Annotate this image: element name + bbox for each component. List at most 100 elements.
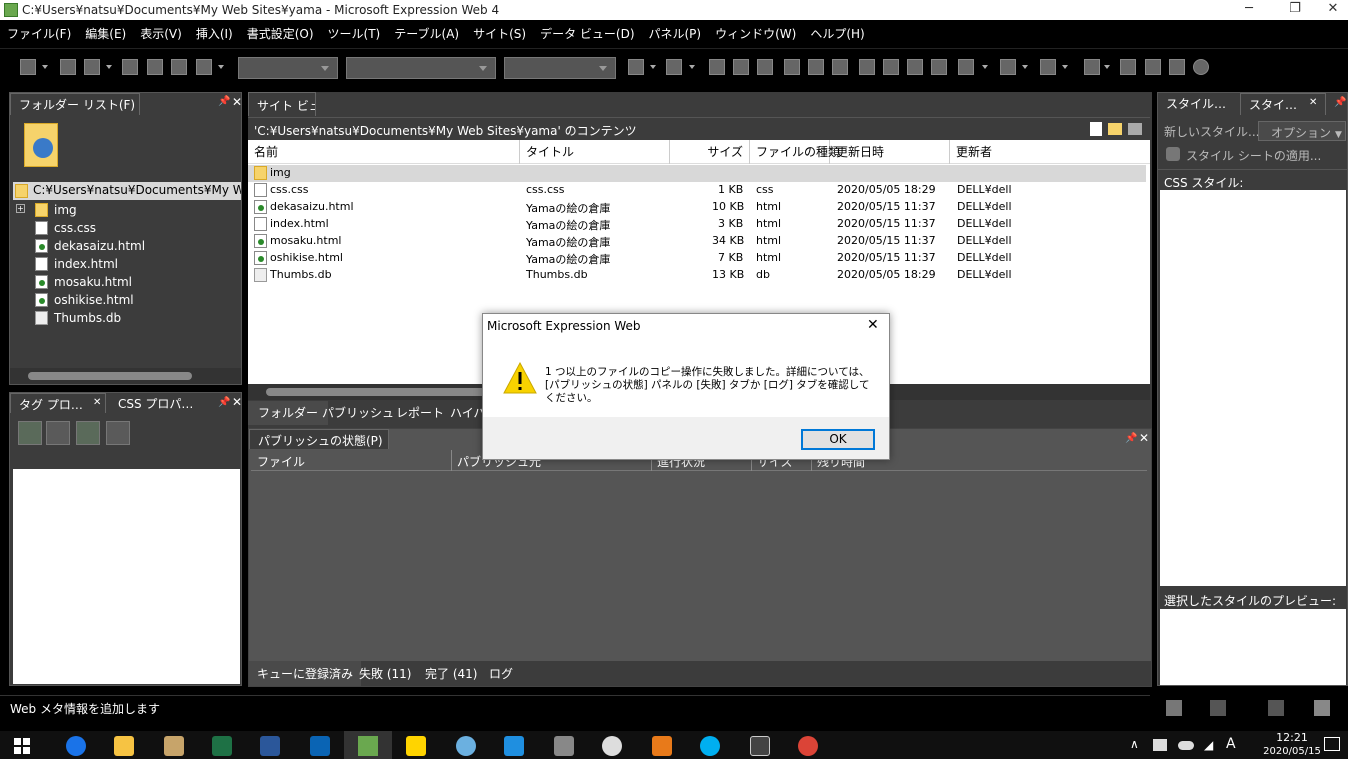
close-icon[interactable]: ✕	[1139, 431, 1149, 445]
menu-panels[interactable]: パネル(P)	[649, 25, 702, 42]
highlight-icon[interactable]	[1000, 59, 1016, 75]
restore-button[interactable]: ❐	[1272, 0, 1318, 20]
pin-icon[interactable]: 📌	[218, 96, 230, 107]
tab-completed[interactable]: 完了 (41)	[425, 665, 477, 682]
css-properties-tab[interactable]: CSS プロパ…	[110, 393, 202, 413]
tree-item[interactable]: dekasaizu.html	[10, 237, 240, 255]
save-all-icon[interactable]	[147, 59, 163, 75]
dialog-close-icon[interactable]: ✕	[867, 317, 879, 333]
people-icon[interactable]	[1169, 59, 1185, 75]
tab-reports[interactable]: レポート	[396, 404, 444, 421]
skype-icon[interactable]	[700, 736, 720, 756]
edge-icon[interactable]	[66, 736, 86, 756]
expression-web-task[interactable]	[344, 731, 392, 759]
tab-folders[interactable]: フォルダー	[248, 401, 329, 425]
save-icon[interactable]	[122, 59, 138, 75]
table-row[interactable]: oshikise.html Yamaの絵の倉庫 7 KB html 2020/0…	[248, 250, 1146, 267]
bold-icon[interactable]	[709, 59, 725, 75]
menu-file[interactable]: ファイル(F)	[7, 25, 71, 42]
align-right-icon[interactable]	[832, 59, 848, 75]
align-center-icon[interactable]	[808, 59, 824, 75]
new-page-icon[interactable]	[1090, 122, 1102, 136]
tree-root[interactable]: C:¥Users¥natsu¥Documents¥My Web Sit	[13, 182, 241, 200]
chevron-down-icon[interactable]	[1104, 65, 1110, 69]
word-icon[interactable]	[260, 736, 280, 756]
ok-button[interactable]: OK	[801, 429, 875, 450]
table-icon[interactable]	[1084, 59, 1100, 75]
manage-styles-tab[interactable]: スタイ… ✕	[1240, 93, 1326, 115]
chevron-down-icon[interactable]	[218, 65, 224, 69]
apply-styles-tab[interactable]: スタイル…	[1158, 93, 1238, 115]
css-schema-icon[interactable]	[1268, 700, 1284, 716]
menu-format[interactable]: 書式設定(O)	[247, 25, 314, 42]
underline-icon[interactable]	[757, 59, 773, 75]
pin-icon[interactable]: 📌	[218, 397, 230, 408]
folder-list-tab[interactable]: フォルダー リスト(F)	[10, 93, 140, 115]
table-row[interactable]: Thumbs.db Thumbs.db 13 KB db 2020/05/05 …	[248, 267, 1146, 284]
css-styles-list[interactable]	[1160, 190, 1346, 586]
wifi-icon[interactable]: ◢	[1204, 738, 1213, 752]
tag-properties-tab[interactable]: タグ プロ… ✕	[10, 393, 106, 413]
notification-icon[interactable]	[1324, 737, 1340, 751]
network-app-icon[interactable]	[652, 736, 672, 756]
col-file[interactable]: ファイル	[257, 453, 305, 470]
k-app-icon[interactable]	[750, 736, 770, 756]
menu-help[interactable]: ヘルプ(H)	[810, 25, 864, 42]
col-title[interactable]: タイトル	[520, 140, 670, 164]
tree-item[interactable]: Thumbs.db	[10, 309, 240, 327]
tree-item[interactable]: oshikise.html	[10, 291, 240, 309]
close-icon[interactable]: ✕	[93, 397, 101, 408]
tree-item[interactable]: + img	[10, 201, 240, 219]
publish-status-tab[interactable]: パブリッシュの状態(P)	[249, 429, 389, 449]
clock-app-icon[interactable]	[602, 736, 622, 756]
redo-icon[interactable]	[666, 59, 682, 75]
menu-site[interactable]: サイト(S)	[473, 25, 526, 42]
pin-icon[interactable]: 📌	[1125, 433, 1137, 444]
chevron-down-icon[interactable]	[1022, 65, 1028, 69]
contacts-icon[interactable]	[164, 736, 184, 756]
folder-up-icon[interactable]	[1128, 123, 1142, 135]
menu-tools[interactable]: ツール(T)	[328, 25, 381, 42]
chevron-down-icon[interactable]	[1062, 65, 1068, 69]
preview-icon[interactable]	[196, 59, 212, 75]
sp-icon[interactable]	[171, 59, 187, 75]
image-icon[interactable]	[1145, 59, 1161, 75]
chevron-down-icon[interactable]	[689, 65, 695, 69]
windows-start-icon[interactable]	[14, 738, 30, 754]
categorize-icon[interactable]	[18, 421, 42, 445]
mail-icon[interactable]	[310, 736, 330, 756]
menu-table[interactable]: テーブル(A)	[394, 25, 459, 42]
align-left-icon[interactable]	[784, 59, 800, 75]
expand-icon[interactable]: +	[16, 204, 25, 213]
folder-icon[interactable]	[84, 59, 100, 75]
tab-publish[interactable]: パブリッシュ	[322, 404, 394, 421]
minimize-button[interactable]: ─	[1226, 0, 1272, 20]
indent-icon[interactable]	[931, 59, 947, 75]
style-combo[interactable]	[238, 57, 338, 79]
jww-icon[interactable]	[406, 736, 426, 756]
excel-icon[interactable]	[212, 736, 232, 756]
sort-icon[interactable]	[46, 421, 70, 445]
outdent-icon[interactable]	[907, 59, 923, 75]
font-color-icon[interactable]	[1040, 59, 1056, 75]
doctype-icon[interactable]	[1210, 700, 1226, 716]
layer-icon[interactable]	[1120, 59, 1136, 75]
size-combo[interactable]	[504, 57, 616, 79]
close-icon[interactable]: ✕	[232, 95, 242, 109]
view-icon[interactable]	[1314, 700, 1330, 716]
tab-log[interactable]: ログ	[489, 665, 513, 682]
bullet-list-icon[interactable]	[883, 59, 899, 75]
ime-indicator[interactable]: A	[1226, 736, 1236, 752]
menu-dataview[interactable]: データ ビュー(D)	[540, 25, 634, 42]
new-folder-icon[interactable]	[1108, 123, 1122, 135]
table-row[interactable]: dekasaizu.html Yamaの絵の倉庫 10 KB html 2020…	[248, 199, 1146, 216]
col-type[interactable]: ファイルの種類	[750, 140, 840, 164]
tag-icon[interactable]	[106, 421, 130, 445]
printer-icon[interactable]	[554, 736, 574, 756]
menu-insert[interactable]: 挿入(I)	[196, 25, 233, 42]
menu-edit[interactable]: 編集(E)	[85, 25, 126, 42]
new-style-button[interactable]: 新しいスタイル...	[1164, 123, 1259, 140]
pin-icon[interactable]: 📌	[1334, 97, 1346, 108]
table-row[interactable]: img	[248, 165, 1146, 182]
compatibility-icon[interactable]	[1166, 700, 1182, 716]
